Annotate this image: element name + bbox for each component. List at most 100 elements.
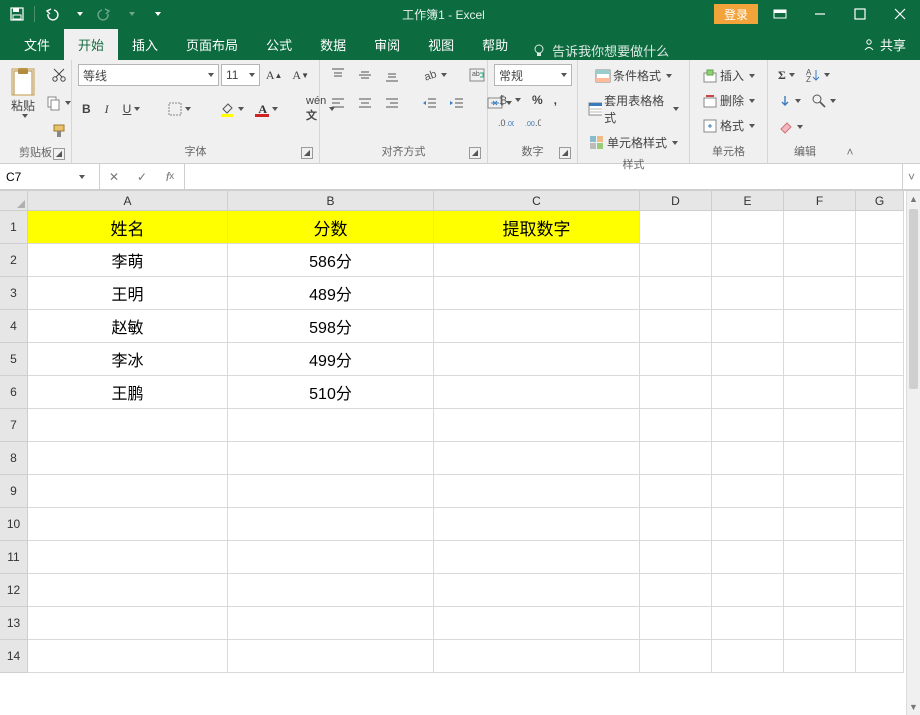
align-center-button[interactable] <box>353 92 377 114</box>
font-color-button[interactable]: A <box>254 97 282 121</box>
cell-D2[interactable] <box>640 244 712 277</box>
insert-function-button[interactable]: fx <box>156 170 184 184</box>
sort-filter-button[interactable]: AZ <box>801 64 834 86</box>
cell-B4[interactable]: 598分 <box>228 310 434 343</box>
ribbon-display-button[interactable] <box>760 0 800 28</box>
cell-E7[interactable] <box>712 409 784 442</box>
cell-F7[interactable] <box>784 409 856 442</box>
wrap-text-button[interactable]: ab <box>465 64 489 86</box>
row-header-8[interactable]: 8 <box>0 442 28 475</box>
collapse-ribbon-button[interactable]: ˄ <box>842 60 858 163</box>
cell-A8[interactable] <box>28 442 228 475</box>
login-button[interactable]: 登录 <box>714 4 758 24</box>
cell-A10[interactable] <box>28 508 228 541</box>
cell-C10[interactable] <box>434 508 640 541</box>
cell-E5[interactable] <box>712 343 784 376</box>
cell-A11[interactable] <box>28 541 228 574</box>
cell-E9[interactable] <box>712 475 784 508</box>
cell-D10[interactable] <box>640 508 712 541</box>
minimize-button[interactable] <box>800 0 840 28</box>
cell-C6[interactable] <box>434 376 640 409</box>
fill-color-button[interactable] <box>215 98 248 120</box>
cell-D11[interactable] <box>640 541 712 574</box>
align-top-button[interactable] <box>326 64 350 86</box>
increase-decimal-button[interactable]: .0.00 <box>494 114 518 132</box>
paste-button[interactable]: 粘贴 <box>6 64 40 121</box>
cell-G5[interactable] <box>856 343 904 376</box>
cell-B9[interactable] <box>228 475 434 508</box>
cell-G4[interactable] <box>856 310 904 343</box>
col-header-B[interactable]: B <box>228 191 434 211</box>
tab-insert[interactable]: 插入 <box>118 29 172 60</box>
cell-E3[interactable] <box>712 277 784 310</box>
cell-E14[interactable] <box>712 640 784 673</box>
cell-D1[interactable] <box>640 211 712 244</box>
cell-C4[interactable] <box>434 310 640 343</box>
cell-G13[interactable] <box>856 607 904 640</box>
cell-G8[interactable] <box>856 442 904 475</box>
decrease-decimal-button[interactable]: .00.0 <box>521 114 545 132</box>
cell-G12[interactable] <box>856 574 904 607</box>
cell-F1[interactable] <box>784 211 856 244</box>
cell-D5[interactable] <box>640 343 712 376</box>
cell-F9[interactable] <box>784 475 856 508</box>
cell-B7[interactable] <box>228 409 434 442</box>
row-header-3[interactable]: 3 <box>0 277 28 310</box>
cell-F12[interactable] <box>784 574 856 607</box>
increase-indent-button[interactable] <box>445 92 469 114</box>
cell-B6[interactable]: 510分 <box>228 376 434 409</box>
cell-F10[interactable] <box>784 508 856 541</box>
increase-font-button[interactable]: A▲ <box>262 65 287 86</box>
cell-E13[interactable] <box>712 607 784 640</box>
cell-G6[interactable] <box>856 376 904 409</box>
cell-F3[interactable] <box>784 277 856 310</box>
qat-customize[interactable] <box>145 3 167 25</box>
bold-button[interactable]: B <box>78 99 95 119</box>
cell-D8[interactable] <box>640 442 712 475</box>
cell-D9[interactable] <box>640 475 712 508</box>
cell-C3[interactable] <box>434 277 640 310</box>
cell-A4[interactable]: 赵敏 <box>28 310 228 343</box>
select-all-button[interactable] <box>0 191 28 211</box>
align-left-button[interactable] <box>326 92 350 114</box>
tab-help[interactable]: 帮助 <box>468 29 522 60</box>
cell-B10[interactable] <box>228 508 434 541</box>
cell-B8[interactable] <box>228 442 434 475</box>
clear-button[interactable] <box>774 116 807 138</box>
save-button[interactable] <box>6 3 28 25</box>
cell-E12[interactable] <box>712 574 784 607</box>
cell-G7[interactable] <box>856 409 904 442</box>
cell-A5[interactable]: 李冰 <box>28 343 228 376</box>
cell-C5[interactable] <box>434 343 640 376</box>
percent-button[interactable]: % <box>528 90 547 110</box>
tab-page-layout[interactable]: 页面布局 <box>172 29 252 60</box>
cell-B1[interactable]: 分数 <box>228 211 434 244</box>
cell-F11[interactable] <box>784 541 856 574</box>
align-middle-button[interactable] <box>353 64 377 86</box>
cell-D12[interactable] <box>640 574 712 607</box>
cell-E6[interactable] <box>712 376 784 409</box>
cell-B3[interactable]: 489分 <box>228 277 434 310</box>
row-header-6[interactable]: 6 <box>0 376 28 409</box>
redo-dropdown[interactable] <box>119 3 141 25</box>
cell-A2[interactable]: 李萌 <box>28 244 228 277</box>
row-header-11[interactable]: 11 <box>0 541 28 574</box>
orientation-button[interactable]: ab <box>418 64 451 86</box>
cell-F5[interactable] <box>784 343 856 376</box>
font-size-select[interactable]: 11 <box>221 64 260 86</box>
decrease-indent-button[interactable] <box>418 92 442 114</box>
cell-E2[interactable] <box>712 244 784 277</box>
cell-A14[interactable] <box>28 640 228 673</box>
cell-B2[interactable]: 586分 <box>228 244 434 277</box>
share-button[interactable]: 共享 <box>848 29 920 60</box>
col-header-E[interactable]: E <box>712 191 784 211</box>
maximize-button[interactable] <box>840 0 880 28</box>
cell-A3[interactable]: 王明 <box>28 277 228 310</box>
underline-button[interactable]: U <box>119 99 145 119</box>
number-dialog-launcher[interactable]: ◢ <box>559 147 571 159</box>
col-header-F[interactable]: F <box>784 191 856 211</box>
cell-E10[interactable] <box>712 508 784 541</box>
enter-formula-button[interactable]: ✓ <box>128 170 156 184</box>
cell-E4[interactable] <box>712 310 784 343</box>
format-cells-button[interactable]: 格式 <box>696 114 761 137</box>
